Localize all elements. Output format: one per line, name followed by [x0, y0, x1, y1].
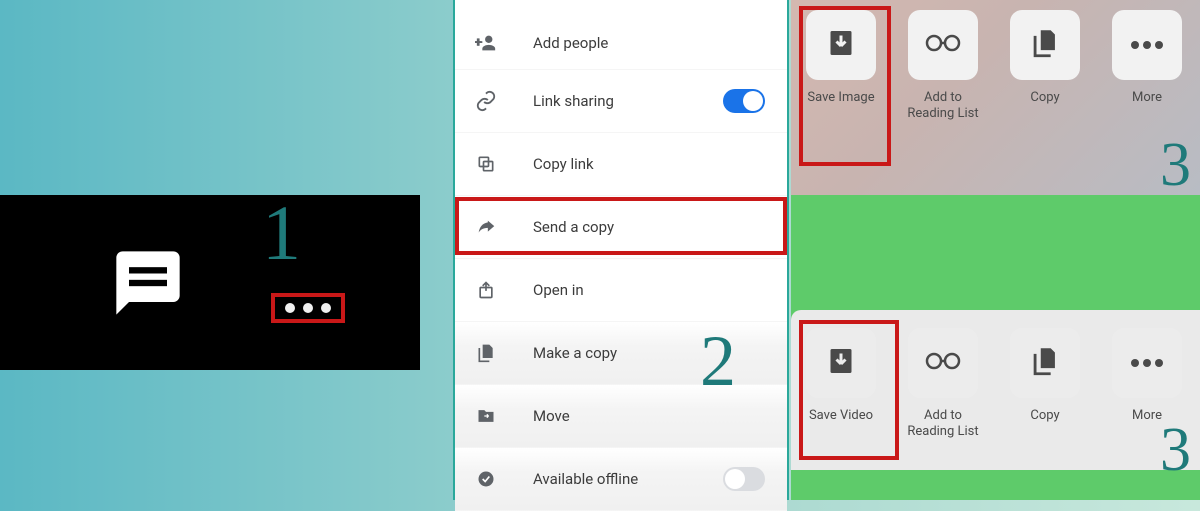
panel-step-3: Save Image Add to Reading List Copy — [791, 0, 1200, 500]
share-label: Save Image — [807, 90, 874, 106]
menu-label: Link sharing — [533, 92, 614, 110]
share-reading-list[interactable]: Add to Reading List — [899, 328, 987, 441]
menu-label: Add people — [533, 34, 608, 52]
share-label: Add to Reading List — [899, 408, 987, 441]
menu-label: Open in — [533, 281, 584, 299]
panel-step-1 — [0, 195, 420, 370]
share-more[interactable]: More — [1103, 10, 1191, 106]
offline-icon — [473, 469, 499, 489]
share-copy[interactable]: Copy — [1001, 10, 1089, 106]
download-icon — [823, 343, 859, 383]
menu-label: Move — [533, 407, 570, 425]
offline-toggle[interactable] — [723, 467, 765, 491]
open-in-icon — [473, 280, 499, 300]
menu-move[interactable]: Move — [455, 385, 787, 448]
copy-icon — [473, 154, 499, 174]
step-number-1: 1 — [262, 188, 301, 278]
glasses-icon — [923, 349, 963, 377]
share-sheet-video: Save Video Add to Reading List Copy — [791, 310, 1200, 470]
panel-step-2: Add people Link sharing Copy link Send a… — [453, 0, 789, 500]
share-more[interactable]: More — [1103, 328, 1191, 424]
dot-icon — [321, 303, 331, 313]
dot-icon — [303, 303, 313, 313]
share-label: Save Video — [809, 408, 873, 424]
share-label: Copy — [1030, 408, 1059, 424]
menu-make-copy[interactable]: Make a copy — [455, 322, 787, 385]
share-arrow-icon — [473, 216, 499, 238]
share-sheet-image: Save Image Add to Reading List Copy — [791, 0, 1200, 195]
menu-label: Copy link — [533, 155, 594, 173]
add-people-icon — [473, 32, 499, 54]
share-label: More — [1132, 90, 1162, 106]
more-dots-icon — [1129, 354, 1165, 373]
share-label: Copy — [1030, 90, 1059, 106]
share-label: More — [1132, 408, 1162, 424]
share-copy[interactable]: Copy — [1001, 328, 1089, 424]
share-reading-list[interactable]: Add to Reading List — [899, 10, 987, 123]
menu-label: Send a copy — [533, 218, 614, 236]
step-number-3a: 3 — [1160, 130, 1191, 201]
step-number-3b: 3 — [1160, 415, 1191, 486]
share-label: Add to Reading List — [899, 90, 987, 123]
menu-open-in[interactable]: Open in — [455, 259, 787, 322]
share-save-image[interactable]: Save Image — [797, 10, 885, 106]
more-dots-icon — [1129, 36, 1165, 55]
link-icon — [473, 90, 499, 112]
share-save-video[interactable]: Save Video — [797, 328, 885, 424]
menu-link-sharing[interactable]: Link sharing — [455, 70, 787, 133]
dot-icon — [285, 303, 295, 313]
chat-icon — [110, 245, 186, 321]
menu-send-copy[interactable]: Send a copy — [455, 196, 787, 259]
step-number-2: 2 — [700, 320, 736, 403]
menu-copy-link[interactable]: Copy link — [455, 133, 787, 196]
glasses-icon — [923, 31, 963, 59]
menu-label: Make a copy — [533, 344, 617, 362]
copy-doc-icon — [1028, 344, 1062, 382]
folder-move-icon — [473, 406, 499, 426]
menu-add-people[interactable]: Add people — [455, 0, 787, 70]
download-icon — [823, 25, 859, 65]
menu-available-offline[interactable]: Available offline — [455, 448, 787, 511]
file-copy-icon — [473, 343, 499, 363]
menu-label: Available offline — [533, 470, 638, 488]
link-sharing-toggle[interactable] — [723, 89, 765, 113]
more-dots-button[interactable] — [271, 293, 345, 323]
copy-doc-icon — [1028, 26, 1062, 64]
